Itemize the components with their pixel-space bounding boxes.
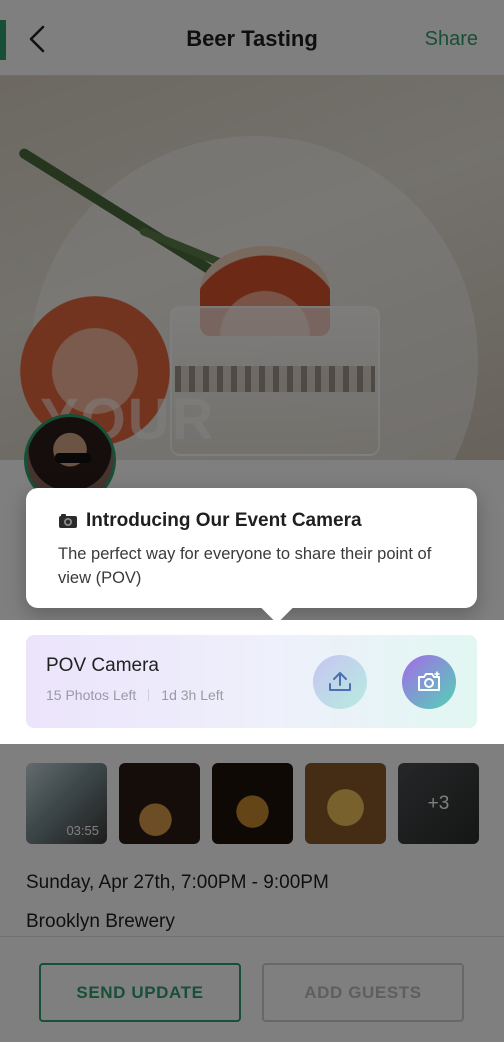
pov-camera-title: POV Camera <box>46 655 159 676</box>
upload-photo-button[interactable] <box>313 655 367 709</box>
event-camera-tooltip: Introducing Our Event Camera The perfect… <box>26 488 477 624</box>
camera-icon <box>59 514 77 528</box>
pov-camera-meta: 15 Photos Left 1d 3h Left <box>46 687 457 703</box>
tooltip-body: The perfect way for everyone to share th… <box>58 545 432 587</box>
pov-camera-highlight: POV Camera 15 Photos Left 1d 3h Left <box>0 620 504 744</box>
meta-divider <box>148 689 150 701</box>
photos-left: 15 Photos Left <box>46 687 137 703</box>
tooltip-title-row: Introducing Our Event Camera <box>58 510 445 532</box>
camera-plus-icon <box>418 671 440 691</box>
time-left: 1d 3h Left <box>161 687 224 703</box>
pov-camera-card[interactable]: POV Camera 15 Photos Left 1d 3h Left <box>26 635 477 728</box>
upload-icon <box>329 672 351 691</box>
take-photo-button[interactable] <box>402 655 456 709</box>
tooltip-title: Introducing Our Event Camera <box>86 510 362 531</box>
